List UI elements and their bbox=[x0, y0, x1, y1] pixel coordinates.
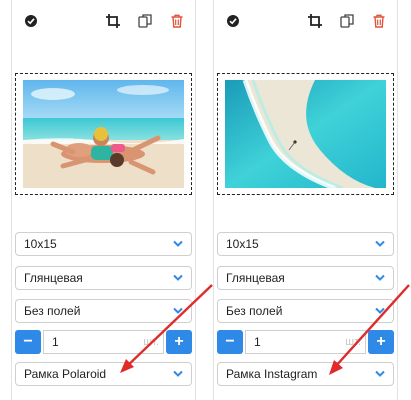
photo-card: 10x15 Глянцевая Без полей − 1 шт. + Рамк… bbox=[11, 0, 196, 400]
quantity-stepper: − 1 шт. + bbox=[15, 330, 192, 354]
quantity-stepper: − 1 шт. + bbox=[217, 330, 394, 354]
trash-icon[interactable] bbox=[372, 14, 386, 28]
card-toolbar bbox=[12, 10, 195, 32]
chevron-down-icon bbox=[375, 274, 385, 282]
paper-select[interactable]: Глянцевая bbox=[15, 266, 192, 290]
size-select[interactable]: 10x15 bbox=[217, 232, 394, 256]
size-select[interactable]: 10x15 bbox=[15, 232, 192, 256]
quantity-input[interactable]: 1 шт. bbox=[43, 330, 164, 354]
beach-family-photo bbox=[23, 80, 184, 188]
check-circle-icon[interactable] bbox=[226, 14, 240, 28]
photo-card: 10x15 Глянцевая Без полей − 1 шт. + Рамк… bbox=[213, 0, 398, 400]
size-select-value: 10x15 bbox=[226, 237, 259, 251]
chevron-down-icon bbox=[375, 370, 385, 378]
decrease-button[interactable]: − bbox=[15, 330, 41, 354]
card-toolbar bbox=[214, 10, 397, 32]
border-select[interactable]: Без полей bbox=[217, 299, 394, 323]
paper-select-value: Глянцевая bbox=[24, 271, 83, 285]
copy-icon[interactable] bbox=[340, 14, 354, 28]
quantity-input[interactable]: 1 шт. bbox=[245, 330, 366, 354]
increase-button[interactable]: + bbox=[368, 330, 394, 354]
photo-frame[interactable] bbox=[15, 73, 192, 195]
frame-select[interactable]: Рамка Instagram bbox=[217, 362, 394, 386]
border-select[interactable]: Без полей bbox=[15, 299, 192, 323]
quantity-value: 1 bbox=[52, 335, 59, 349]
copy-icon[interactable] bbox=[138, 14, 152, 28]
frame-select[interactable]: Рамка Polaroid bbox=[15, 362, 192, 386]
chevron-down-icon bbox=[173, 274, 183, 282]
quantity-value: 1 bbox=[254, 335, 261, 349]
quantity-unit: шт. bbox=[345, 336, 361, 348]
photo-frame[interactable] bbox=[217, 73, 394, 195]
chevron-down-icon bbox=[173, 240, 183, 248]
trash-icon[interactable] bbox=[170, 14, 184, 28]
chevron-down-icon bbox=[375, 307, 385, 315]
chevron-down-icon bbox=[173, 370, 183, 378]
chevron-down-icon bbox=[173, 307, 183, 315]
frame-select-value: Рамка Polaroid bbox=[24, 367, 107, 381]
increase-button[interactable]: + bbox=[166, 330, 192, 354]
chevron-down-icon bbox=[375, 240, 385, 248]
decrease-button[interactable]: − bbox=[217, 330, 243, 354]
frame-select-value: Рамка Instagram bbox=[226, 367, 318, 381]
aerial-beach-photo bbox=[225, 80, 386, 188]
check-circle-icon[interactable] bbox=[24, 14, 38, 28]
border-select-value: Без полей bbox=[226, 304, 283, 318]
crop-icon[interactable] bbox=[106, 14, 120, 28]
quantity-unit: шт. bbox=[143, 336, 159, 348]
size-select-value: 10x15 bbox=[24, 237, 57, 251]
paper-select[interactable]: Глянцевая bbox=[217, 266, 394, 290]
border-select-value: Без полей bbox=[24, 304, 81, 318]
crop-icon[interactable] bbox=[308, 14, 322, 28]
paper-select-value: Глянцевая bbox=[226, 271, 285, 285]
